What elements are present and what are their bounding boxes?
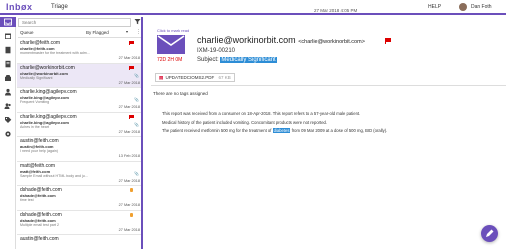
app-title: Triage [51,3,68,10]
attachment-size: 67 KB [218,75,231,80]
subject-label: Subject: [197,57,219,63]
mail-date: 27 Mar 2018 [118,56,140,60]
divider [151,85,506,86]
gear-icon[interactable] [4,130,12,138]
message-date: 27 Mar 2018 4:05 PM [314,8,358,13]
mail-list-item[interactable]: charlie.king@agilepv.com charlie.king@agi… [17,113,141,137]
priority-icon [130,188,133,192]
mail-list-item[interactable]: austin@feith.com [17,235,141,249]
paperclip-icon: 📎 [134,72,139,78]
body-line: Medical history of the patient included … [162,119,328,125]
inbox-tray-icon[interactable] [4,74,12,82]
search-input[interactable] [18,18,131,27]
inbox-icon[interactable] [4,18,12,26]
sort-select[interactable]: By Flagged [86,30,109,35]
mail-list-item[interactable]: charlie@workinorbit.com charlie@workinorb… [17,63,141,88]
tag-icon[interactable] [4,116,12,124]
mail-list-item[interactable]: charlie@feith.com charlie@feith.com moment… [17,39,141,64]
mail-snippet: momentmaster for the treatment with adm.… [20,51,90,55]
compose-icon[interactable] [481,225,498,242]
queue-panel: Queue By Flagged ▾ ⋮ charlie@feith.comch… [17,17,143,249]
mail-sender: austin@feith.com [20,236,59,242]
mail-date: 13 Feb 2018 [118,154,140,158]
app-logo[interactable]: Inbøx [6,0,41,13]
subject-line: Subject: Medically Significant [197,57,277,63]
paperclip-icon: 📎 [134,97,139,102]
people-icon[interactable] [4,88,12,96]
mail-snippet: Frequent Vomiting [20,100,50,104]
flag-icon[interactable] [385,38,391,44]
mail-list: charlie@feith.com charlie@feith.com moment… [17,39,141,249]
avatar[interactable] [459,3,467,11]
message-body: This report was received from a consumer… [162,110,492,136]
sender-address: <charlie@workinorbit.com> [298,39,365,45]
sender: charlie@workinorbit.com <charlie@workino… [197,35,365,45]
subject-value: Medically Significant [220,57,277,63]
chevron-down-icon[interactable]: ▾ [126,29,128,34]
body-line: The patient received metformin 500 mg fo… [162,127,492,136]
left-rail [0,17,16,249]
mail-date: 27 Mar 2018 [118,129,140,134]
sender-name: charlie@workinorbit.com [197,35,296,45]
top-bar: Inbøx Triage HELP Dan Foth [0,0,506,15]
mail-date: 27 Mar 2018 [118,80,140,85]
mail-list-item[interactable]: matt@feith.com matt@feith.com Sample Email… [17,162,141,186]
mail-list-item[interactable]: austin@feith.com austin@feith.com I need y… [17,137,141,162]
username[interactable]: Dan Foth [471,4,492,10]
mail-snippet: I need your help (again) [20,149,58,153]
calendar-icon[interactable] [4,32,12,40]
sla-timer: 72D 2H 0M [157,57,183,63]
mail-date: 27 Mar 2018 [118,203,140,207]
paperclip-icon: 📎 [134,170,139,176]
case-id: IXM-19-00210 [197,48,236,54]
mail-date: 27 Mar 2018 [118,178,140,183]
mail-list-item[interactable]: charlie.king@agilepv.com charlie.king@agi… [17,88,141,113]
flag-icon[interactable] [129,65,134,70]
flag-icon[interactable] [129,41,134,45]
body-line: This report was received from a consumer… [162,111,361,116]
mail-snippet: Aches in the heart [20,124,49,129]
mail-date: 27 Mar 2018 [118,227,140,232]
queue-select[interactable]: Queue [20,30,34,35]
tags-empty-text: There are no tags assigned [153,91,208,96]
help-link[interactable]: HELP [428,4,441,10]
document-icon[interactable] [4,46,12,54]
mail-date: 27 Mar 2018 [118,105,140,109]
mail-snippet: Multiple email test part 2 [20,222,59,227]
mark-read-link[interactable]: Click to mark read [157,28,189,33]
paperclip-icon: 📎 [134,121,139,127]
queue-header: Queue By Flagged ▾ ⋮ [18,29,141,38]
attachment-chip[interactable]: ▤ UPDATEDCIOMS2.PDF 67 KB [155,73,235,82]
body-text-segment: from 09 Mar 2009 at a dose of 500 mg, BI… [291,128,388,133]
filter-icon[interactable] [133,18,141,27]
pdf-icon: ▤ [159,75,164,80]
mail-list-item[interactable]: dshade@feith.com dshade@feith.com time tes… [17,186,141,211]
mail-snippet: Sample Email without HTML body and ju... [20,173,88,178]
envelope-icon[interactable] [157,35,185,54]
mail-list-item[interactable]: dshade@feith.com dshade@feith.com Multiple… [17,211,141,235]
priority-icon [130,212,133,217]
mail-snippet: time test [20,198,34,202]
mail-snippet: Medically Significant [20,75,53,80]
attachment-name: UPDATEDCIOMS2.PDF [165,75,215,80]
contacts-icon[interactable] [4,102,12,110]
document-icon[interactable] [4,60,12,68]
flag-icon[interactable] [129,114,134,119]
highlighted-term[interactable]: diabetes [272,128,291,133]
more-icon[interactable]: ⋮ [136,29,141,35]
body-text-segment: The patient received metformin 500 mg fo… [162,128,272,133]
